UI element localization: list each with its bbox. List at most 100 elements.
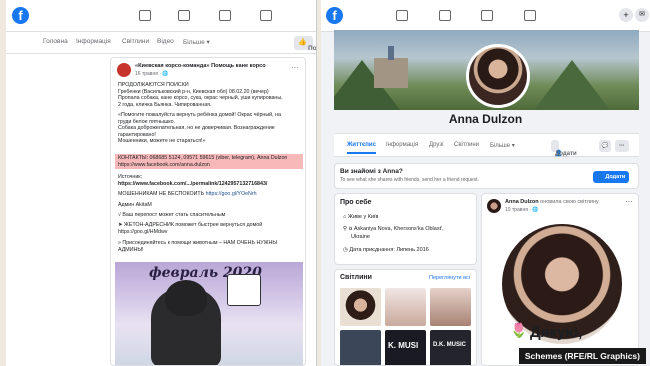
page-avatar[interactable]: [117, 63, 131, 77]
clock-icon: ◷: [343, 247, 348, 253]
tab-timeline[interactable]: Життєпис: [347, 142, 376, 154]
left-facebook-page: f Головна Інформація Світлини Відео Біль…: [6, 0, 317, 366]
top-bar: f + ✉: [321, 0, 650, 32]
photos-link[interactable]: Переглянути всі: [429, 275, 470, 281]
know-title: Ви знайомі з Anna?: [340, 168, 403, 175]
tab-photos[interactable]: Світлини: [122, 38, 149, 45]
admin-line: Админ AkitaM: [118, 202, 152, 208]
post-line: «Помогите пожалуйста вернуть ребёнка дом…: [118, 112, 281, 118]
post-line: ПРОДОЛЖАЮТСЯ ПОИСКИ: [118, 82, 189, 88]
know-card: Ви знайомі з Anna? To see what she share…: [334, 163, 639, 189]
photo-thumb[interactable]: K. MUSI: [385, 330, 426, 365]
post-author[interactable]: «Киевская корсо-команда» Помощь кане кор…: [135, 63, 285, 70]
profile-post: Anna Dulzon оновила свою світлину 10 тра…: [481, 193, 639, 366]
post-avatar[interactable]: [487, 199, 501, 213]
profile-name: Anna Dulzon: [448, 112, 523, 126]
marketplace-icon[interactable]: [481, 10, 493, 21]
photo-thumb[interactable]: [385, 288, 426, 326]
source-link[interactable]: https://www.facebook.com/.../permalink/1…: [118, 181, 267, 187]
post-action: оновила свою світлину: [540, 199, 599, 205]
photo-thumb[interactable]: D.K. MUSIC: [430, 330, 471, 365]
mountain-shape: [534, 60, 610, 110]
post-header: Anna Dulzon оновила свою світлину: [505, 199, 599, 205]
groups-icon[interactable]: [524, 10, 536, 21]
facebook-logo-icon[interactable]: f: [12, 7, 29, 24]
groups-icon[interactable]: [260, 10, 272, 21]
post-line: 2 года, кличка Бьянка. Чипированная.: [118, 101, 212, 108]
tag-line: ➤ ЖЕТОН-АДРЕСНИК поможет быстрее вернуть…: [118, 222, 263, 228]
intro-home: ⌂ Живе у Київ: [343, 214, 379, 220]
more-button[interactable]: ···: [615, 140, 629, 152]
marketplace-icon[interactable]: [219, 10, 231, 21]
contacts-text: КОНТАКТЫ: 068685 5124, 09571 59615 (vibe…: [118, 155, 288, 161]
source-label: Источник:: [118, 174, 143, 180]
contacts-link[interactable]: https://www.facebook.com/anna.dulzon: [118, 162, 210, 168]
tab-more[interactable]: Більше ▾: [490, 142, 515, 149]
intro-from: ⚲ із Askaniya Nova, Khersonsʹka Oblastʹ,: [343, 226, 444, 232]
tab-friends[interactable]: Друзі: [429, 142, 443, 148]
know-subtitle: To see what she shares with friends, sen…: [340, 177, 479, 183]
photo-thumb[interactable]: [340, 330, 381, 365]
post-overlay-text: Дякую,: [530, 324, 583, 341]
home-icon[interactable]: [139, 10, 151, 21]
page-subnav: Головна Інформація Світлини Відео Більше…: [6, 32, 316, 54]
home-icon[interactable]: [396, 10, 408, 21]
know-add-button[interactable]: 👤 Додати: [593, 171, 630, 183]
join-line: » Присоединяйтесь к помощи животным – НА…: [118, 240, 278, 246]
dog-head: [165, 280, 207, 316]
photos-title: Світлини: [340, 274, 372, 281]
photos-card: Світлини Переглянути всі K. MUSI D.K. MU…: [334, 269, 477, 366]
scam-warning: МОШЕННИКАМ НЕ БЕСПОКОИТЬ https://goo.gl/…: [118, 191, 257, 197]
profile-avatar[interactable]: [466, 44, 530, 108]
post-line: Собака доброжелательная, но не доверчива…: [118, 125, 275, 131]
post-date[interactable]: 10 травня · 🌐: [505, 207, 539, 213]
plus-icon[interactable]: +: [619, 8, 633, 22]
post-date[interactable]: 16 травня · 🌐: [135, 71, 169, 77]
intro-from-country: Ukraine: [351, 234, 370, 240]
facebook-logo-icon[interactable]: f: [326, 7, 343, 24]
tag-link[interactable]: https://goo.gl/HMdwv: [118, 229, 167, 235]
join-line: АДМИНЫ!: [118, 246, 144, 253]
photo-text: K. MUSI: [388, 341, 419, 350]
post-author[interactable]: Anna Dulzon: [505, 199, 539, 205]
scam-link[interactable]: https://goo.gl/YOeNrh: [206, 191, 257, 197]
post-line: гарантировано!: [118, 131, 156, 138]
page-post: «Киевская корсо-команда» Помощь кане кор…: [110, 57, 306, 366]
intro-card: Про себе ⌂ Живе у Київ ⚲ із Askaniya Nov…: [334, 193, 477, 265]
message-button[interactable]: 💬: [599, 140, 611, 152]
tab-info[interactable]: Інформація: [76, 38, 111, 45]
credit-badge: Schemes (RFE/RL Graphics): [518, 348, 646, 364]
tab-more[interactable]: Більше ▾: [183, 38, 210, 46]
castle-tower-shape: [388, 46, 394, 60]
intro-title: Про себе: [340, 199, 372, 206]
stamp-logo: [227, 274, 261, 306]
tab-home[interactable]: Головна: [43, 38, 68, 45]
post-line: Пропала собака, кане корсо, сука, окрас …: [118, 95, 283, 101]
messenger-icon[interactable]: ✉: [635, 8, 649, 22]
home-icon: ⌂: [343, 214, 347, 220]
more-options-icon[interactable]: ···: [625, 197, 633, 206]
more-options-icon[interactable]: ···: [291, 63, 299, 72]
post-line: Мошенники, можете не стараться!»: [118, 138, 206, 144]
right-facebook-profile: f + ✉ Anna Dulzon Життєпис Інформація Др…: [321, 0, 650, 366]
add-friend-icon: 👤: [597, 174, 604, 180]
tab-photos[interactable]: Світлини: [454, 142, 479, 148]
tab-info[interactable]: Інформація: [386, 142, 418, 148]
profile-tabs: Життєпис Інформація Друзі Світлини Більш…: [334, 133, 639, 169]
share-icon: 👍: [298, 39, 307, 46]
photo-thumb[interactable]: [430, 288, 471, 326]
intro-joined: ◷ Дата приєднання: Липень 2016: [343, 247, 429, 253]
photo-text: D.K. MUSIC: [433, 342, 466, 348]
share-button[interactable]: 👍 Поділитися: [294, 36, 316, 52]
tab-video[interactable]: Відео: [157, 38, 174, 45]
top-bar: f: [6, 0, 316, 32]
location-icon: ⚲: [343, 226, 348, 232]
video-icon[interactable]: [178, 10, 190, 21]
video-icon[interactable]: [439, 10, 451, 21]
photo-thumb[interactable]: [340, 288, 381, 326]
add-friend-button[interactable]: 👤 Додати друга: [551, 140, 577, 169]
dog-photo[interactable]: февраль 2020: [115, 262, 303, 365]
repost-line: √ Ваш перепост может стать спасительным: [118, 212, 226, 218]
castle-shape: [374, 58, 408, 88]
post-line: груди белое пятнышко.: [118, 118, 176, 125]
